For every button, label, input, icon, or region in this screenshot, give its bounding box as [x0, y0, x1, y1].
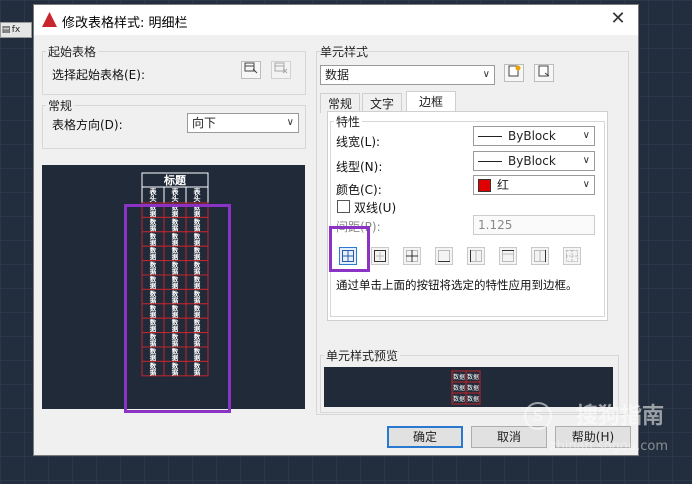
highlight-data-rows [124, 204, 231, 413]
select-start-table-label: 选择起始表格(E): [52, 68, 145, 82]
manage-styles-icon [538, 65, 550, 77]
cell-icon[interactable]: ▤ [1, 23, 11, 37]
lineweight-label: 线宽(L): [336, 135, 381, 149]
tab-borders[interactable]: 边框 [406, 91, 456, 113]
select-table-icon [244, 62, 258, 74]
color-value: 红 [497, 178, 510, 192]
line-sample-icon [478, 136, 502, 137]
cell-style-preview: 数据 数据 数据 数据 数据 数据 [324, 367, 613, 407]
bottom-border-icon [438, 250, 450, 262]
left-border-button[interactable] [467, 247, 485, 265]
left-border-icon [470, 250, 482, 262]
sogou-logo-icon: S [524, 402, 552, 430]
bottom-border-button[interactable] [435, 247, 453, 265]
cell-style-select[interactable]: 数据 ∨ [320, 65, 495, 85]
tab-text[interactable]: 文字 [362, 93, 402, 113]
properties-group-label: 特性 [334, 113, 363, 130]
preview-title-text: 标题 [163, 173, 187, 187]
outside-borders-button[interactable] [371, 247, 389, 265]
preview-header-text: 头 [150, 194, 157, 203]
dialog-title: 修改表格样式: 明细栏 [62, 16, 188, 31]
remove-table-icon [274, 62, 288, 74]
line-sample-icon [478, 161, 502, 162]
inside-borders-icon [406, 250, 418, 262]
general-group-label: 常规 [46, 97, 75, 114]
highlight-all-borders-button [329, 226, 370, 272]
right-border-button[interactable] [531, 247, 549, 265]
new-style-icon [508, 65, 521, 77]
cell-preview-text: 数据 [453, 384, 465, 392]
cell-preview-text: 数据 [467, 384, 479, 392]
spacing-input[interactable]: 1.125 [473, 215, 595, 235]
fx-icon[interactable]: fx [11, 23, 21, 37]
watermark-brand: 搜狗指南 [575, 404, 664, 429]
double-line-checkbox[interactable] [337, 200, 350, 213]
double-line-label: 双线(U) [354, 201, 397, 215]
create-cell-style-button[interactable] [504, 64, 524, 82]
table-direction-value: 向下 [192, 116, 217, 130]
cell-style-preview-label: 单元样式预览 [324, 347, 401, 364]
linetype-label: 线型(N): [336, 160, 383, 174]
select-table-button[interactable] [241, 61, 261, 79]
chevron-down-icon: ∨ [582, 179, 590, 190]
cell-preview-text: 数据 [453, 373, 465, 381]
linetype-select[interactable]: ByBlock ∨ [473, 151, 595, 171]
cell-preview-text: 数据 [467, 373, 479, 381]
title-bar: 修改表格样式: 明细栏 ✕ [34, 5, 638, 35]
no-border-button[interactable] [563, 247, 581, 265]
lineweight-select[interactable]: ByBlock ∨ [473, 126, 595, 146]
cell-preview-text: 数据 [467, 395, 479, 403]
chevron-down-icon: ∨ [582, 130, 590, 141]
no-border-icon [566, 250, 578, 262]
inside-borders-button[interactable] [403, 247, 421, 265]
cad-formula-toolbar: ▤ fx [0, 22, 32, 38]
close-button[interactable]: ✕ [606, 8, 630, 29]
start-table-group-label: 起始表格 [46, 43, 99, 60]
chevron-down-icon: ∨ [482, 69, 490, 80]
preview-header-text: 头 [194, 194, 201, 203]
color-select[interactable]: 红 ∨ [473, 175, 595, 195]
autocad-logo-icon [42, 12, 57, 27]
linetype-value: ByBlock [508, 154, 556, 168]
ok-button[interactable]: 确定 [387, 426, 463, 448]
color-label: 颜色(C): [336, 183, 382, 197]
table-direction-select[interactable]: 向下 ∨ [187, 113, 299, 133]
top-border-button[interactable] [499, 247, 517, 265]
border-hint-text: 通过单击上面的按钮将选定的特性应用到边框。 [336, 278, 578, 292]
cell-style-value: 数据 [325, 68, 350, 82]
color-swatch [478, 179, 491, 192]
preview-header-text: 头 [172, 194, 179, 203]
lineweight-value: ByBlock [508, 129, 556, 143]
chevron-down-icon: ∨ [286, 117, 294, 128]
chevron-down-icon: ∨ [582, 155, 590, 166]
watermark-url: zhinan.sogou.com [549, 439, 668, 454]
manage-cell-styles-button[interactable] [534, 64, 554, 82]
cell-preview-graphic: 数据 数据数据 数据数据 数据 [451, 370, 481, 405]
cell-preview-text: 数据 [453, 395, 465, 403]
remove-table-button[interactable] [271, 61, 291, 79]
right-border-icon [534, 250, 546, 262]
table-direction-label: 表格方向(D): [52, 118, 123, 132]
top-border-icon [502, 250, 514, 262]
tab-general[interactable]: 常规 [320, 93, 360, 113]
outside-borders-icon [374, 250, 386, 262]
